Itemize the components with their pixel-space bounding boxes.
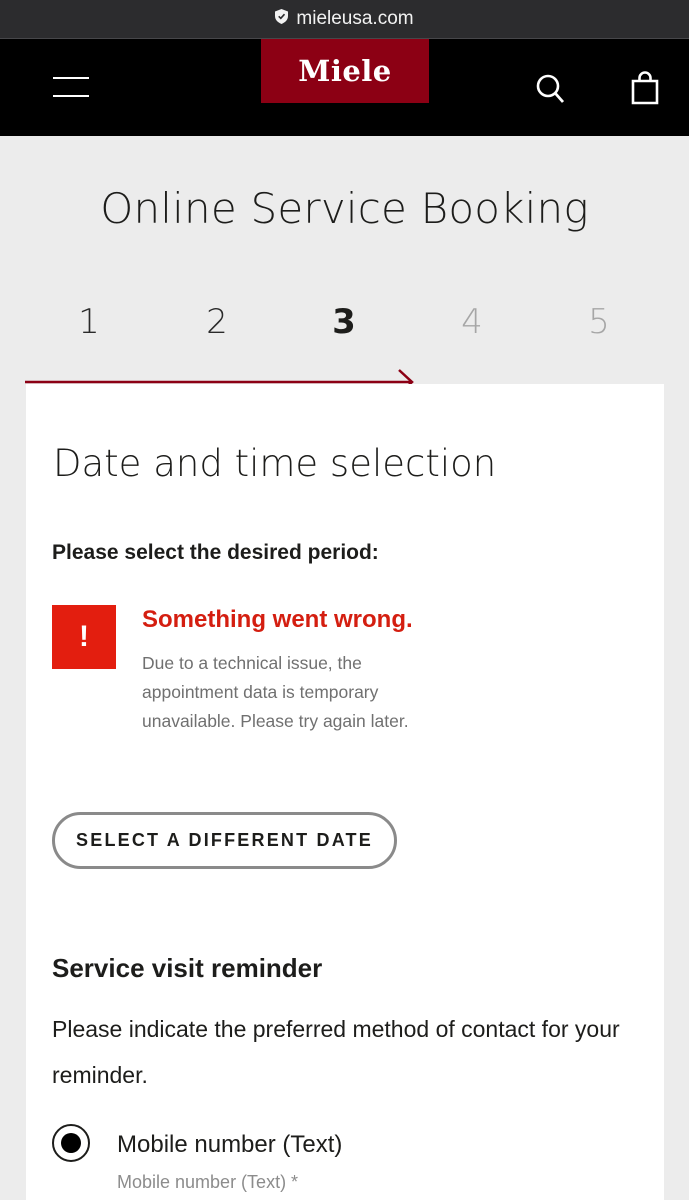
error-icon: ! [52,605,116,669]
shield-icon [275,8,289,30]
url-text: mieleusa.com [296,8,414,29]
mobile-number-field-label: Mobile number (Text) * [117,1172,299,1192]
step-3: 3 [332,302,356,342]
page-title: Online Service Booking [100,184,589,233]
site-header: Miele [0,39,689,136]
period-label: Please select the desired period: [52,541,379,564]
reminder-description: Please indicate the preferred method of … [52,1016,620,1088]
search-icon[interactable] [535,73,565,105]
reminder-title: Service visit reminder [52,953,323,983]
error-title: Something went wrong. [142,606,413,633]
section-title: Date and time selection [53,442,497,485]
shopping-bag-icon[interactable] [630,71,660,105]
step-4: 4 [461,302,483,342]
mobile-number-radio[interactable] [52,1124,90,1162]
menu-icon[interactable] [53,76,89,98]
radio-selected-dot [61,1133,81,1153]
url-bar[interactable]: mieleusa.com [0,0,689,39]
step-1[interactable]: 1 [69,302,109,342]
step-2[interactable]: 2 [197,302,237,342]
select-different-date-button[interactable]: SELECT A DIFFERENT DATE [52,812,397,869]
step-indicator: 1 2 3 4 5 [0,302,689,352]
error-description: Due to a technical issue, the appointmen… [142,653,409,731]
mobile-number-radio-label[interactable]: Mobile number (Text) [117,1131,342,1159]
miele-logo[interactable]: Miele [261,39,429,103]
step-5: 5 [588,302,610,342]
